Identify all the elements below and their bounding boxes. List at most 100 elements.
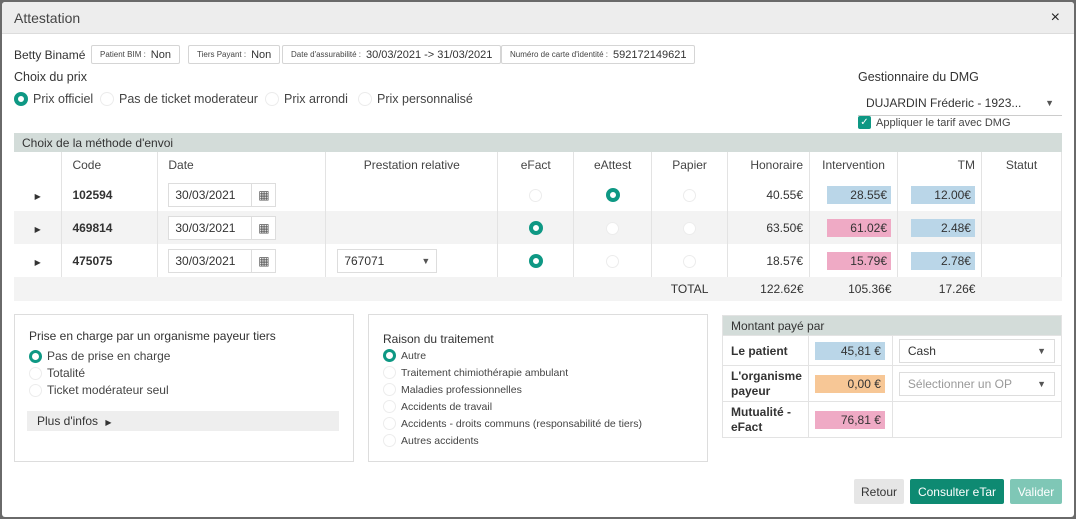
radio-selected-icon[interactable] bbox=[29, 349, 42, 363]
col-expander bbox=[14, 152, 63, 178]
date-value[interactable]: 30/03/2021 bbox=[169, 188, 251, 202]
papier-radio[interactable] bbox=[683, 188, 697, 202]
more-info-toggle[interactable]: Plus d'infos ▶ bbox=[27, 411, 339, 431]
row-code: 475075 bbox=[61, 244, 159, 277]
reason-option[interactable]: Accidents - droits communs (responsabili… bbox=[383, 417, 642, 430]
dmg-checkbox-label: Appliquer le tarif avec DMG bbox=[876, 116, 1011, 129]
chevron-down-icon: ▼ bbox=[1037, 345, 1046, 356]
total-honoraire: 122.62€ bbox=[727, 277, 810, 301]
date-field[interactable]: 30/03/2021 ▦ bbox=[168, 182, 277, 207]
chevron-down-icon: ▼ bbox=[1045, 97, 1054, 108]
radio-icon[interactable] bbox=[383, 383, 396, 396]
tm-tag: 2.78€ bbox=[910, 251, 975, 270]
col-prestation-relative: Prestation relative bbox=[325, 152, 499, 178]
radio-icon[interactable] bbox=[265, 92, 279, 106]
dmg-tarif-checkbox[interactable]: ✓ Appliquer le tarif avec DMG bbox=[858, 116, 1011, 129]
reason-option[interactable]: Autres accidents bbox=[383, 434, 479, 447]
date-field[interactable]: 30/03/2021 ▦ bbox=[168, 215, 277, 240]
table-row: ▶ 475075 30/03/2021 ▦ 767071 ▼ 18.57€ 15… bbox=[14, 244, 1063, 277]
date-value[interactable]: 30/03/2021 bbox=[169, 254, 251, 268]
calendar-icon[interactable]: ▦ bbox=[251, 249, 275, 272]
payer-label: Le patient bbox=[722, 335, 809, 366]
pill-value: 592172149621 bbox=[613, 48, 687, 61]
reason-option[interactable]: Accidents de travail bbox=[383, 400, 492, 413]
efact-radio[interactable] bbox=[528, 253, 543, 268]
date-field[interactable]: 30/03/2021 ▦ bbox=[168, 248, 277, 273]
third-party-option-label: Totalité bbox=[47, 366, 86, 380]
efact-radio[interactable] bbox=[529, 188, 543, 202]
prestation-relative-select[interactable]: 767071 ▼ bbox=[337, 248, 438, 273]
reason-option[interactable]: Traitement chimiothérapie ambulant bbox=[383, 366, 568, 379]
caret-right-icon: ▶ bbox=[105, 418, 112, 427]
send-method-section-header: Choix de la méthode d'envoi bbox=[14, 133, 1062, 152]
radio-icon[interactable] bbox=[383, 400, 396, 413]
efact-radio[interactable] bbox=[528, 220, 543, 235]
dmg-select[interactable]: DUJARDIN Fréderic - 1923... ▼ bbox=[858, 90, 1062, 116]
third-party-option-none[interactable]: Pas de prise en charge bbox=[29, 349, 170, 363]
row-code: 469814 bbox=[61, 211, 159, 244]
date-value[interactable]: 30/03/2021 bbox=[169, 221, 251, 235]
third-party-option-tm[interactable]: Ticket modérateur seul bbox=[29, 383, 169, 397]
radio-icon[interactable] bbox=[358, 92, 372, 106]
back-button[interactable]: Retour bbox=[854, 479, 904, 504]
price-option-custom[interactable]: Prix personnalisé bbox=[358, 92, 473, 106]
expand-row-icon[interactable]: ▶ bbox=[35, 192, 41, 201]
price-option-label: Prix officiel bbox=[33, 92, 94, 106]
calendar-icon[interactable]: ▦ bbox=[251, 216, 275, 239]
pill-key: Numéro de carte d'identité : bbox=[510, 50, 609, 59]
radio-icon[interactable] bbox=[383, 434, 396, 447]
payer-label: L'organisme payeur bbox=[722, 365, 809, 402]
row-statut bbox=[981, 211, 1063, 244]
calendar-icon[interactable]: ▦ bbox=[251, 183, 275, 206]
expand-row-icon[interactable]: ▶ bbox=[35, 225, 41, 234]
total-tm: 17.26€ bbox=[897, 277, 982, 301]
radio-selected-icon[interactable] bbox=[383, 349, 396, 362]
eattest-radio[interactable] bbox=[605, 187, 620, 202]
reason-option[interactable]: Autre bbox=[383, 349, 426, 362]
more-info-label: Plus d'infos bbox=[37, 414, 98, 428]
validate-button[interactable]: Valider bbox=[1010, 479, 1062, 504]
eattest-radio[interactable] bbox=[606, 221, 620, 235]
op-select[interactable]: Sélectionner un OP ▼ bbox=[898, 371, 1055, 396]
col-tm: TM bbox=[897, 152, 982, 178]
row-code: 102594 bbox=[61, 178, 159, 211]
radio-selected-icon[interactable] bbox=[14, 92, 28, 106]
intervention-tag: 61.02€ bbox=[827, 218, 891, 237]
paid-by-row: L'organisme payeur 0,00 € Sélectionner u… bbox=[722, 365, 1063, 402]
price-option-label: Prix personnalisé bbox=[377, 92, 473, 106]
consult-etar-button[interactable]: Consulter eTar bbox=[910, 479, 1004, 504]
radio-icon[interactable] bbox=[29, 383, 42, 397]
eattest-radio[interactable] bbox=[606, 254, 620, 268]
price-option-no-tm[interactable]: Pas de ticket moderateur bbox=[100, 92, 258, 106]
radio-icon[interactable] bbox=[383, 417, 396, 430]
papier-radio[interactable] bbox=[683, 221, 697, 235]
chevron-down-icon: ▼ bbox=[1037, 378, 1046, 389]
chevron-down-icon: ▼ bbox=[421, 255, 431, 266]
expand-row-icon[interactable]: ▶ bbox=[35, 258, 41, 267]
third-party-option-total[interactable]: Totalité bbox=[29, 366, 85, 380]
amount-field[interactable]: 76,81 € bbox=[814, 410, 885, 429]
reason-option[interactable]: Maladies professionnelles bbox=[383, 383, 522, 396]
col-papier: Papier bbox=[651, 152, 729, 178]
treatment-reason-panel: Raison du traitement Autre Traitement ch… bbox=[368, 314, 708, 462]
radio-icon[interactable] bbox=[383, 366, 396, 379]
row-statut bbox=[981, 244, 1063, 277]
id-card-pill: Numéro de carte d'identité : 59217214962… bbox=[501, 45, 696, 64]
price-choice-label: Choix du prix bbox=[14, 70, 87, 84]
papier-radio[interactable] bbox=[683, 254, 697, 268]
insurability-date-pill: Date d'assurabilité : 30/03/2021 -> 31/0… bbox=[282, 45, 502, 64]
total-row: TOTAL 122.62€ 105.36€ 17.26€ bbox=[14, 277, 1062, 301]
amount-field[interactable]: 0,00 € bbox=[814, 374, 885, 393]
pill-value: Non bbox=[251, 48, 272, 61]
checkbox-checked-icon[interactable]: ✓ bbox=[858, 116, 871, 129]
price-option-rounded[interactable]: Prix arrondi bbox=[265, 92, 348, 106]
price-option-official[interactable]: Prix officiel bbox=[14, 92, 93, 106]
reason-option-label: Traitement chimiothérapie ambulant bbox=[401, 366, 569, 379]
amount-field[interactable]: 45,81 € bbox=[814, 341, 885, 360]
price-option-label: Prix arrondi bbox=[284, 92, 348, 106]
payment-method-select[interactable]: Cash ▼ bbox=[898, 338, 1055, 363]
radio-icon[interactable] bbox=[100, 92, 114, 106]
radio-icon[interactable] bbox=[29, 366, 42, 380]
dialog-title: Attestation bbox=[14, 10, 81, 26]
close-icon[interactable]: × bbox=[1051, 9, 1060, 27]
